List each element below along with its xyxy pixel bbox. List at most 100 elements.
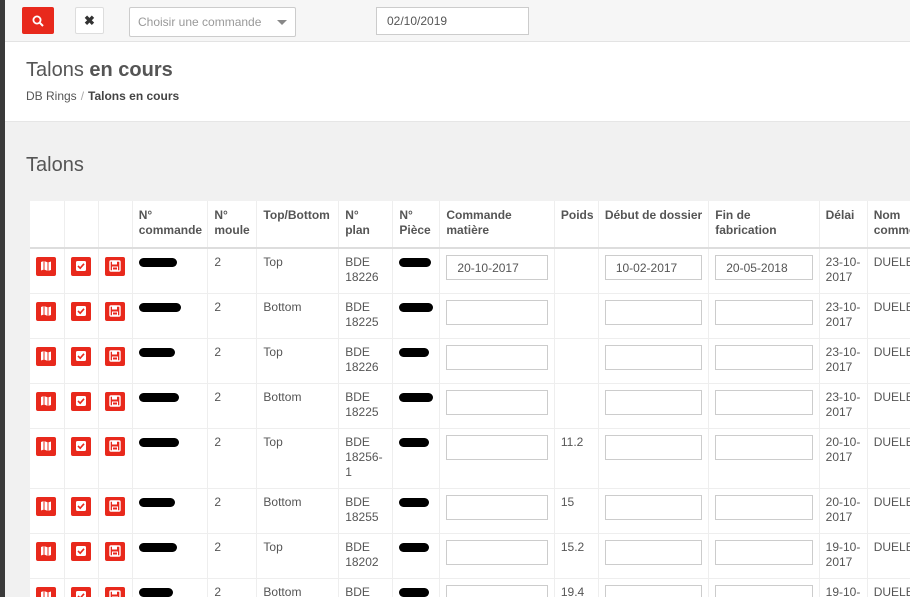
validate-button[interactable] [71, 391, 92, 411]
fin-fabrication-input[interactable] [715, 539, 813, 565]
commande-matiere-input[interactable] [446, 539, 548, 565]
chevron-down-icon [277, 20, 287, 25]
delai-cell: 20-10-2017 [819, 487, 868, 533]
commande-matiere-cell [439, 427, 555, 488]
fin-cell: 20-05-2018 [708, 247, 820, 293]
table-row: 2 Top BDE 18226 20-10-2017 10-02-2017 20-05-2… [30, 247, 910, 293]
commande-matiere-input[interactable] [446, 494, 548, 520]
save-button[interactable] [104, 541, 125, 561]
map-button[interactable] [36, 586, 56, 597]
top-bottom-cell: Top [256, 247, 340, 293]
map-button[interactable] [36, 257, 56, 276]
header-n-commande[interactable]: N° commande [132, 201, 209, 249]
validate-button[interactable] [71, 346, 92, 366]
header-delai[interactable]: Délai [819, 201, 868, 249]
nom-commercial-cell: DUELER A 001 [867, 427, 910, 488]
validate-button[interactable] [71, 586, 92, 597]
delai-cell: 23-10-2017 [819, 247, 868, 293]
debut-dossier-input[interactable] [604, 299, 703, 325]
map-button[interactable] [36, 301, 56, 321]
save-icon [109, 394, 121, 407]
map-button[interactable] [36, 391, 56, 411]
fin-fabrication-input[interactable] [715, 344, 813, 370]
debut-dossier-input[interactable] [604, 344, 703, 370]
debut-dossier-input[interactable] [604, 434, 703, 460]
validate-button[interactable] [71, 496, 92, 516]
fin-fabrication-input[interactable] [715, 389, 813, 415]
check-icon [76, 350, 87, 361]
piece-cell [392, 292, 441, 338]
clear-button[interactable]: ✖ [75, 7, 104, 34]
check-icon [76, 395, 87, 406]
piece-cell [392, 532, 441, 578]
validate-button[interactable] [71, 436, 92, 456]
header-nom-commercial[interactable]: Nom commerc [867, 201, 910, 249]
fin-fabrication-input[interactable] [715, 434, 813, 460]
map-icon [41, 500, 51, 511]
commande-matiere-input[interactable] [446, 299, 548, 325]
commande-matiere-input[interactable] [446, 434, 548, 460]
table-row: 2TopBDE 18226 23-10-2017DUELER A 001 [30, 337, 910, 383]
map-button[interactable] [36, 346, 56, 366]
save-cell [98, 247, 133, 293]
header-action-3 [98, 201, 133, 249]
top-bottom-cell: Bottom [256, 577, 340, 597]
save-button[interactable] [104, 496, 125, 516]
debut-dossier-input[interactable] [604, 539, 703, 565]
validate-button[interactable] [71, 301, 92, 321]
map-button[interactable] [36, 496, 56, 516]
commande-matiere-input[interactable] [446, 584, 548, 597]
poids-cell: 19.4 [554, 577, 599, 597]
poids-cell: 11.2 [554, 427, 599, 488]
validate-button[interactable] [71, 257, 92, 276]
commande-matiere-input[interactable] [446, 344, 548, 370]
fin-cell [708, 427, 820, 488]
plan-cell: BDE 18225 [338, 382, 394, 428]
header-top-bottom[interactable]: Top/Bottom [256, 201, 340, 249]
header-n-moule[interactable]: N° moule [207, 201, 258, 249]
command-select[interactable]: Choisir une commande [129, 7, 296, 37]
save-button[interactable] [104, 301, 125, 321]
save-cell [98, 292, 133, 338]
map-button[interactable] [36, 436, 56, 456]
delai-cell: 23-10-2017 [819, 292, 868, 338]
header-n-plan[interactable]: N° plan [338, 201, 394, 249]
nom-commercial-cell: DUELER A 001 [867, 382, 910, 428]
save-button[interactable] [104, 346, 125, 366]
debut-dossier-input[interactable] [604, 389, 703, 415]
redacted-commande [138, 392, 179, 402]
header-n-piece[interactable]: N° Pièce [392, 201, 441, 249]
commande-matiere-input[interactable]: 20-10-2017 [446, 255, 548, 280]
breadcrumb-root[interactable]: DB Rings [26, 89, 77, 103]
save-button[interactable] [104, 436, 125, 456]
header-debut-dossier[interactable]: Début de dossier [598, 201, 710, 249]
search-button[interactable] [22, 7, 54, 34]
map-button[interactable] [36, 541, 56, 561]
table-header-row: N° commande N° moule Top/Bottom N° plan … [30, 201, 910, 249]
save-icon [109, 260, 121, 272]
table-row: 2TopBDE 18202 15.2 19-10-2017DUELER A 001 [30, 532, 910, 578]
fin-fabrication-input[interactable] [715, 299, 813, 325]
commande-cell [132, 532, 209, 578]
commande-cell [132, 292, 209, 338]
header-fin-fabrication[interactable]: Fin de fabrication [708, 201, 820, 249]
top-bottom-cell: Top [256, 427, 340, 488]
save-button[interactable] [104, 391, 125, 411]
header-commande-matiere[interactable]: Commande matière [439, 201, 555, 249]
header-poids[interactable]: Poids [554, 201, 599, 249]
redacted-piece [399, 258, 432, 267]
commande-matiere-input[interactable] [446, 389, 548, 415]
validate-button[interactable] [71, 541, 92, 561]
redacted-piece [399, 587, 430, 597]
fin-fabrication-input[interactable] [715, 494, 813, 520]
table-row: 2BottomBDE 18225 23-10-2017DUELER A 001 [30, 382, 910, 428]
fin-fabrication-input[interactable]: 20-05-2018 [715, 255, 813, 280]
save-button[interactable] [104, 586, 125, 597]
debut-dossier-input[interactable]: 10-02-2017 [604, 255, 703, 280]
date-input[interactable]: 02/10/2019 [376, 7, 529, 35]
save-button[interactable] [104, 257, 125, 276]
debut-dossier-input[interactable] [604, 584, 703, 597]
top-bottom-cell: Top [256, 532, 340, 578]
debut-dossier-input[interactable] [604, 494, 703, 520]
fin-fabrication-input[interactable] [715, 584, 813, 597]
